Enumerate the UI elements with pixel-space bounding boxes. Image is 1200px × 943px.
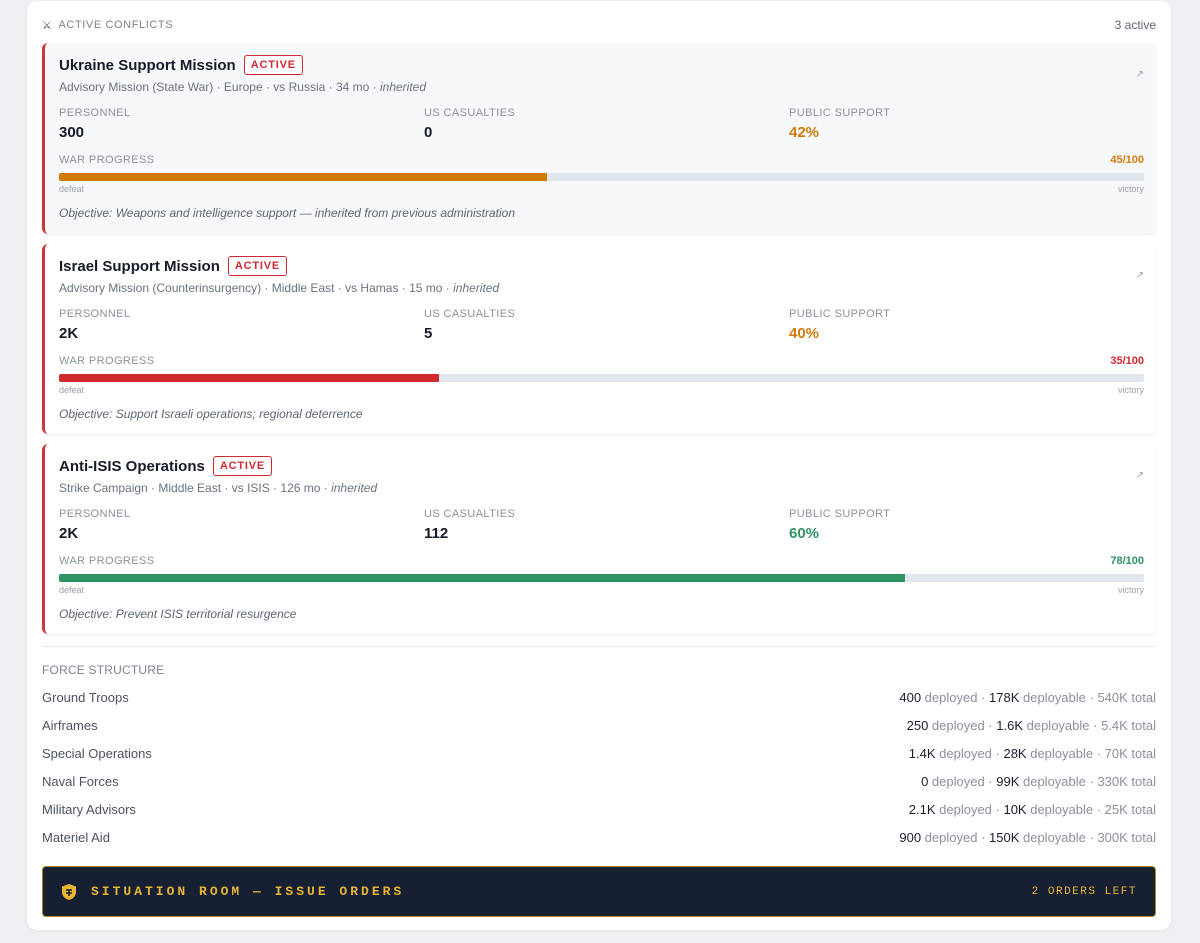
force-structure-title: FORCE STRUCTURE [42, 663, 165, 677]
divider [42, 646, 1156, 647]
defeat-label: defeat [59, 585, 85, 595]
force-row-airframes: Airframes 250 deployed · 1.6K deployable… [42, 717, 1156, 733]
casualties-value: 5 [424, 325, 433, 342]
orders-left: 2 ORDERS LEFT [1031, 885, 1137, 898]
situation-room-button[interactable]: SITUATION ROOM — ISSUE ORDERS 2 ORDERS L… [42, 866, 1156, 917]
conflict-name: Ukraine Support Mission [59, 56, 236, 74]
conflict-name: Anti-ISIS Operations [59, 457, 205, 475]
personnel-stat: PERSONNEL 2K [59, 508, 131, 542]
personnel-value: 2K [59, 325, 79, 342]
war-progress-bar [59, 374, 1144, 382]
war-progress-score: 78/100 [1110, 555, 1144, 567]
force-row-military-advisors: Military Advisors 2.1K deployed · 10K de… [42, 801, 1156, 817]
objective-text: Objective: Support Israeli operations; r… [59, 407, 363, 421]
support-stat: PUBLIC SUPPORT 40% [789, 308, 891, 342]
conflict-subtitle: Strike Campaign · Middle East · vs ISIS … [59, 481, 378, 495]
casualties-stat: US CASUALTIES 112 [424, 508, 516, 542]
support-value: 60% [789, 525, 820, 542]
force-row-special-operations: Special Operations 1.4K deployed · 28K d… [42, 745, 1156, 761]
active-count: 3 active [1114, 18, 1156, 32]
conflict-card-ukraine[interactable]: Ukraine Support Mission ACTIVE ↗ Advisor… [42, 43, 1156, 234]
war-progress-fill [59, 173, 548, 181]
war-progress-fill [59, 374, 439, 382]
crossed-swords-icon: ⚔ [42, 19, 53, 32]
expand-arrow-icon[interactable]: ↗ [1136, 69, 1144, 80]
support-value: 42% [789, 124, 820, 141]
war-progress-score: 35/100 [1110, 355, 1144, 367]
victory-label: victory [1117, 385, 1144, 395]
defeat-label: defeat [59, 184, 85, 194]
personnel-stat: PERSONNEL 2K [59, 308, 131, 342]
objective-text: Objective: Weapons and intelligence supp… [59, 206, 516, 220]
war-progress-label: WAR PROGRESS [59, 555, 155, 567]
war-progress-label: WAR PROGRESS [59, 355, 155, 367]
expand-arrow-icon[interactable]: ↗ [1136, 470, 1144, 481]
defeat-label: defeat [59, 385, 85, 395]
expand-arrow-icon[interactable]: ↗ [1136, 270, 1144, 281]
situation-room-label: SITUATION ROOM — ISSUE ORDERS [91, 884, 405, 899]
casualties-value: 112 [424, 525, 449, 542]
conflict-name: Israel Support Mission [59, 257, 220, 275]
victory-label: victory [1117, 184, 1144, 194]
panel-title: ACTIVE CONFLICTS [58, 19, 174, 31]
force-row-materiel-aid: Materiel Aid 900 deployed · 150K deploya… [42, 829, 1156, 845]
shield-icon [62, 883, 76, 900]
status-badge: ACTIVE [227, 256, 288, 276]
conflict-subtitle: Advisory Mission (State War) · Europe · … [59, 80, 427, 94]
active-conflicts-panel: ⚔ ACTIVE CONFLICTS 3 active Ukraine Supp… [27, 1, 1171, 930]
panel-header: ⚔ ACTIVE CONFLICTS 3 active [42, 17, 1156, 33]
force-row-ground-troops: Ground Troops 400 deployed · 178K deploy… [42, 689, 1156, 705]
conflict-card-israel[interactable]: Israel Support Mission ACTIVE ↗ Advisory… [42, 244, 1156, 434]
casualties-stat: US CASUALTIES 0 [424, 107, 516, 141]
personnel-value: 2K [59, 525, 79, 542]
conflict-subtitle: Advisory Mission (Counterinsurgency) · M… [59, 281, 500, 295]
conflict-card-anti-isis[interactable]: Anti-ISIS Operations ACTIVE ↗ Strike Cam… [42, 444, 1156, 634]
support-stat: PUBLIC SUPPORT 42% [789, 107, 891, 141]
war-progress-fill [59, 574, 906, 582]
support-stat: PUBLIC SUPPORT 60% [789, 508, 891, 542]
war-progress-label: WAR PROGRESS [59, 154, 155, 166]
status-badge: ACTIVE [212, 456, 272, 476]
support-value: 40% [789, 325, 820, 342]
casualties-stat: US CASUALTIES 5 [424, 308, 516, 342]
force-row-naval-forces: Naval Forces 0 deployed · 99K deployable… [42, 773, 1156, 789]
victory-label: victory [1117, 585, 1144, 595]
war-progress-bar [59, 173, 1144, 181]
casualties-value: 0 [424, 124, 433, 141]
objective-text: Objective: Prevent ISIS territorial resu… [59, 607, 297, 621]
war-progress-bar [59, 574, 1144, 582]
war-progress-score: 45/100 [1110, 154, 1144, 166]
personnel-stat: PERSONNEL 300 [59, 107, 131, 141]
status-badge: ACTIVE [243, 55, 303, 75]
personnel-value: 300 [59, 124, 85, 141]
